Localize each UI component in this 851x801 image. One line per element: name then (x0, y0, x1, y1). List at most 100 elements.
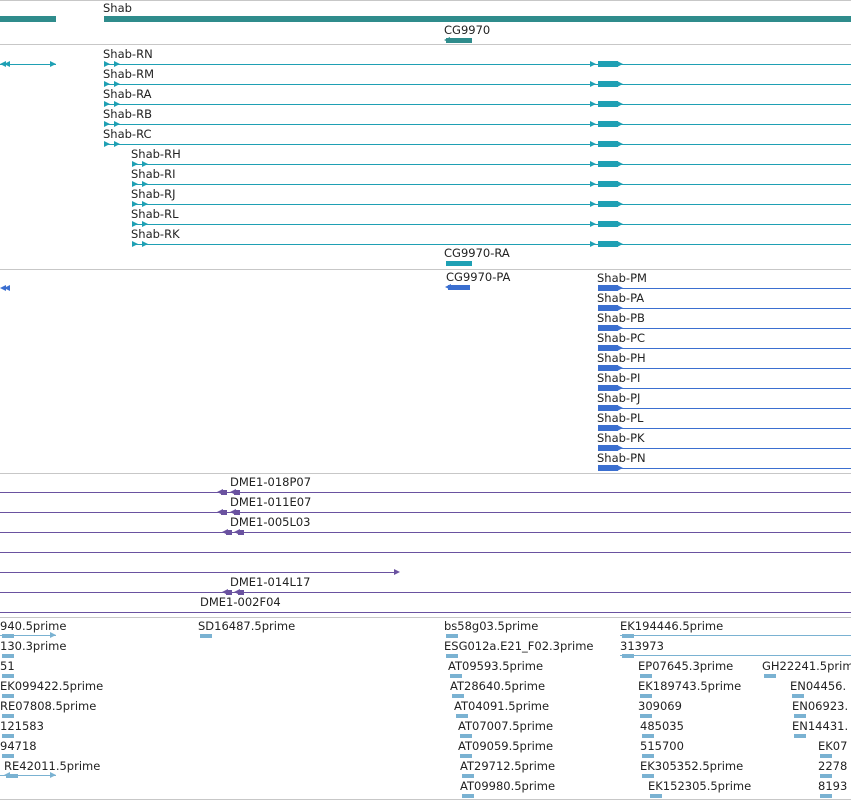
clone-label[interactable]: DME1-014L17 (230, 575, 311, 589)
transcript-label[interactable]: Shab-RK (131, 227, 180, 241)
est-feature[interactable] (2, 714, 14, 718)
est-feature[interactable] (460, 734, 472, 738)
est-label[interactable]: AT04091.5prime (454, 699, 549, 713)
transcript-label[interactable]: Shab-RC (103, 127, 152, 141)
clone-end[interactable] (221, 510, 227, 515)
transcript-line[interactable] (132, 164, 851, 165)
est-feature[interactable] (820, 794, 832, 798)
protein-label[interactable]: Shab-PJ (597, 391, 640, 405)
est-label[interactable]: 309069 (638, 699, 682, 713)
est-label[interactable]: 121583 (0, 719, 44, 733)
est-feature[interactable] (446, 634, 458, 638)
transcript-line[interactable] (104, 64, 851, 65)
protein-label[interactable]: Shab-PC (597, 331, 645, 345)
est-label[interactable]: AT07007.5prime (458, 719, 553, 733)
transcript-label[interactable]: Shab-RB (103, 107, 152, 121)
protein-label[interactable]: Shab-PH (597, 351, 646, 365)
est-feature[interactable] (792, 694, 804, 698)
transcript-exon[interactable] (598, 101, 618, 107)
clone-line[interactable] (0, 612, 851, 613)
est-label[interactable]: 94718 (0, 739, 37, 753)
est-feature[interactable] (462, 794, 474, 798)
est-label[interactable]: EK099422.5prime (0, 679, 103, 693)
clone-line[interactable] (0, 572, 398, 573)
est-label[interactable]: EK189743.5prime (638, 679, 741, 693)
clone-label[interactable]: DME1-018P07 (230, 475, 311, 489)
est-feature[interactable] (642, 754, 654, 758)
transcript-line[interactable] (104, 144, 851, 145)
est-label[interactable]: AT29712.5prime (460, 759, 555, 773)
clone-line[interactable] (0, 592, 851, 593)
est-feature[interactable] (640, 694, 652, 698)
clone-label[interactable]: DME1-002F04 (200, 595, 281, 609)
est-label[interactable]: 515700 (640, 739, 684, 753)
clone-label[interactable]: DME1-005L03 (230, 515, 311, 529)
est-feature[interactable] (462, 774, 474, 778)
est-line[interactable] (620, 635, 851, 636)
est-feature[interactable] (764, 674, 776, 678)
est-label[interactable]: AT09980.5prime (460, 779, 555, 793)
transcript-label[interactable]: Shab-RH (131, 147, 181, 161)
transcript-line[interactable] (132, 184, 851, 185)
est-label[interactable]: bs58g03.5prime (444, 619, 538, 633)
est-feature[interactable] (794, 734, 806, 738)
est-label[interactable]: 940.5prime (0, 619, 66, 633)
est-feature[interactable] (642, 774, 654, 778)
est-label[interactable]: EK07 (818, 739, 847, 753)
est-feature[interactable] (640, 674, 652, 678)
est-feature[interactable] (2, 674, 14, 678)
est-label[interactable]: EK305352.5prime (640, 759, 743, 773)
transcript-exon[interactable] (598, 221, 618, 227)
transcript-exon[interactable] (598, 201, 618, 207)
est-label[interactable]: 2278 (818, 759, 847, 773)
transcript-label[interactable]: Shab-RI (131, 167, 175, 181)
protein-line[interactable] (598, 428, 851, 429)
est-label[interactable]: 51 (0, 659, 15, 673)
clone-line[interactable] (0, 532, 851, 533)
gene-feature[interactable] (0, 16, 56, 22)
transcript-line[interactable] (132, 244, 851, 245)
est-label[interactable]: RE42011.5prime (4, 759, 100, 773)
transcript-label[interactable]: Shab-RL (131, 207, 178, 221)
est-feature[interactable] (2, 654, 14, 658)
transcript-exon[interactable] (598, 181, 618, 187)
protein-label[interactable]: Shab-PA (597, 291, 644, 305)
clone-line[interactable] (0, 512, 851, 513)
clone-label[interactable]: DME1-011E07 (230, 495, 311, 509)
protein-label[interactable]: Shab-PL (597, 411, 643, 425)
transcript-line[interactable] (104, 104, 851, 105)
transcript-line[interactable] (132, 224, 851, 225)
transcript-label[interactable]: CG9970-RA (444, 246, 510, 260)
est-feature[interactable] (446, 654, 458, 658)
transcript-exon[interactable] (598, 161, 618, 167)
est-feature[interactable] (450, 674, 462, 678)
est-feature[interactable] (820, 774, 832, 778)
protein-line[interactable] (598, 448, 851, 449)
est-feature[interactable] (452, 694, 464, 698)
protein-line[interactable] (598, 288, 851, 289)
transcript-exon[interactable] (598, 241, 618, 247)
clone-end[interactable] (238, 530, 244, 535)
est-feature[interactable] (460, 754, 472, 758)
protein-line[interactable] (598, 328, 851, 329)
est-feature[interactable] (2, 754, 14, 758)
est-feature[interactable] (794, 714, 806, 718)
gene-feature[interactable] (104, 16, 851, 22)
est-feature[interactable] (650, 794, 662, 798)
protein-label[interactable]: Shab-PB (597, 311, 645, 325)
protein-label[interactable]: Shab-PI (597, 371, 640, 385)
transcript-line[interactable] (104, 84, 851, 85)
est-label[interactable]: ESG012a.E21_F02.3prime (444, 639, 594, 653)
est-label[interactable]: EN06923. (792, 699, 848, 713)
est-feature[interactable] (640, 714, 652, 718)
est-label[interactable]: EN04456. (790, 679, 846, 693)
protein-line[interactable] (598, 368, 851, 369)
est-label[interactable]: AT28640.5prime (450, 679, 545, 693)
transcript-label[interactable]: Shab-RA (103, 87, 151, 101)
protein-block[interactable] (448, 285, 470, 290)
protein-line[interactable] (598, 348, 851, 349)
transcript-label[interactable]: Shab-RM (103, 67, 154, 81)
est-feature[interactable] (200, 634, 212, 638)
est-feature[interactable] (2, 694, 14, 698)
protein-label[interactable]: Shab-PK (597, 431, 645, 445)
